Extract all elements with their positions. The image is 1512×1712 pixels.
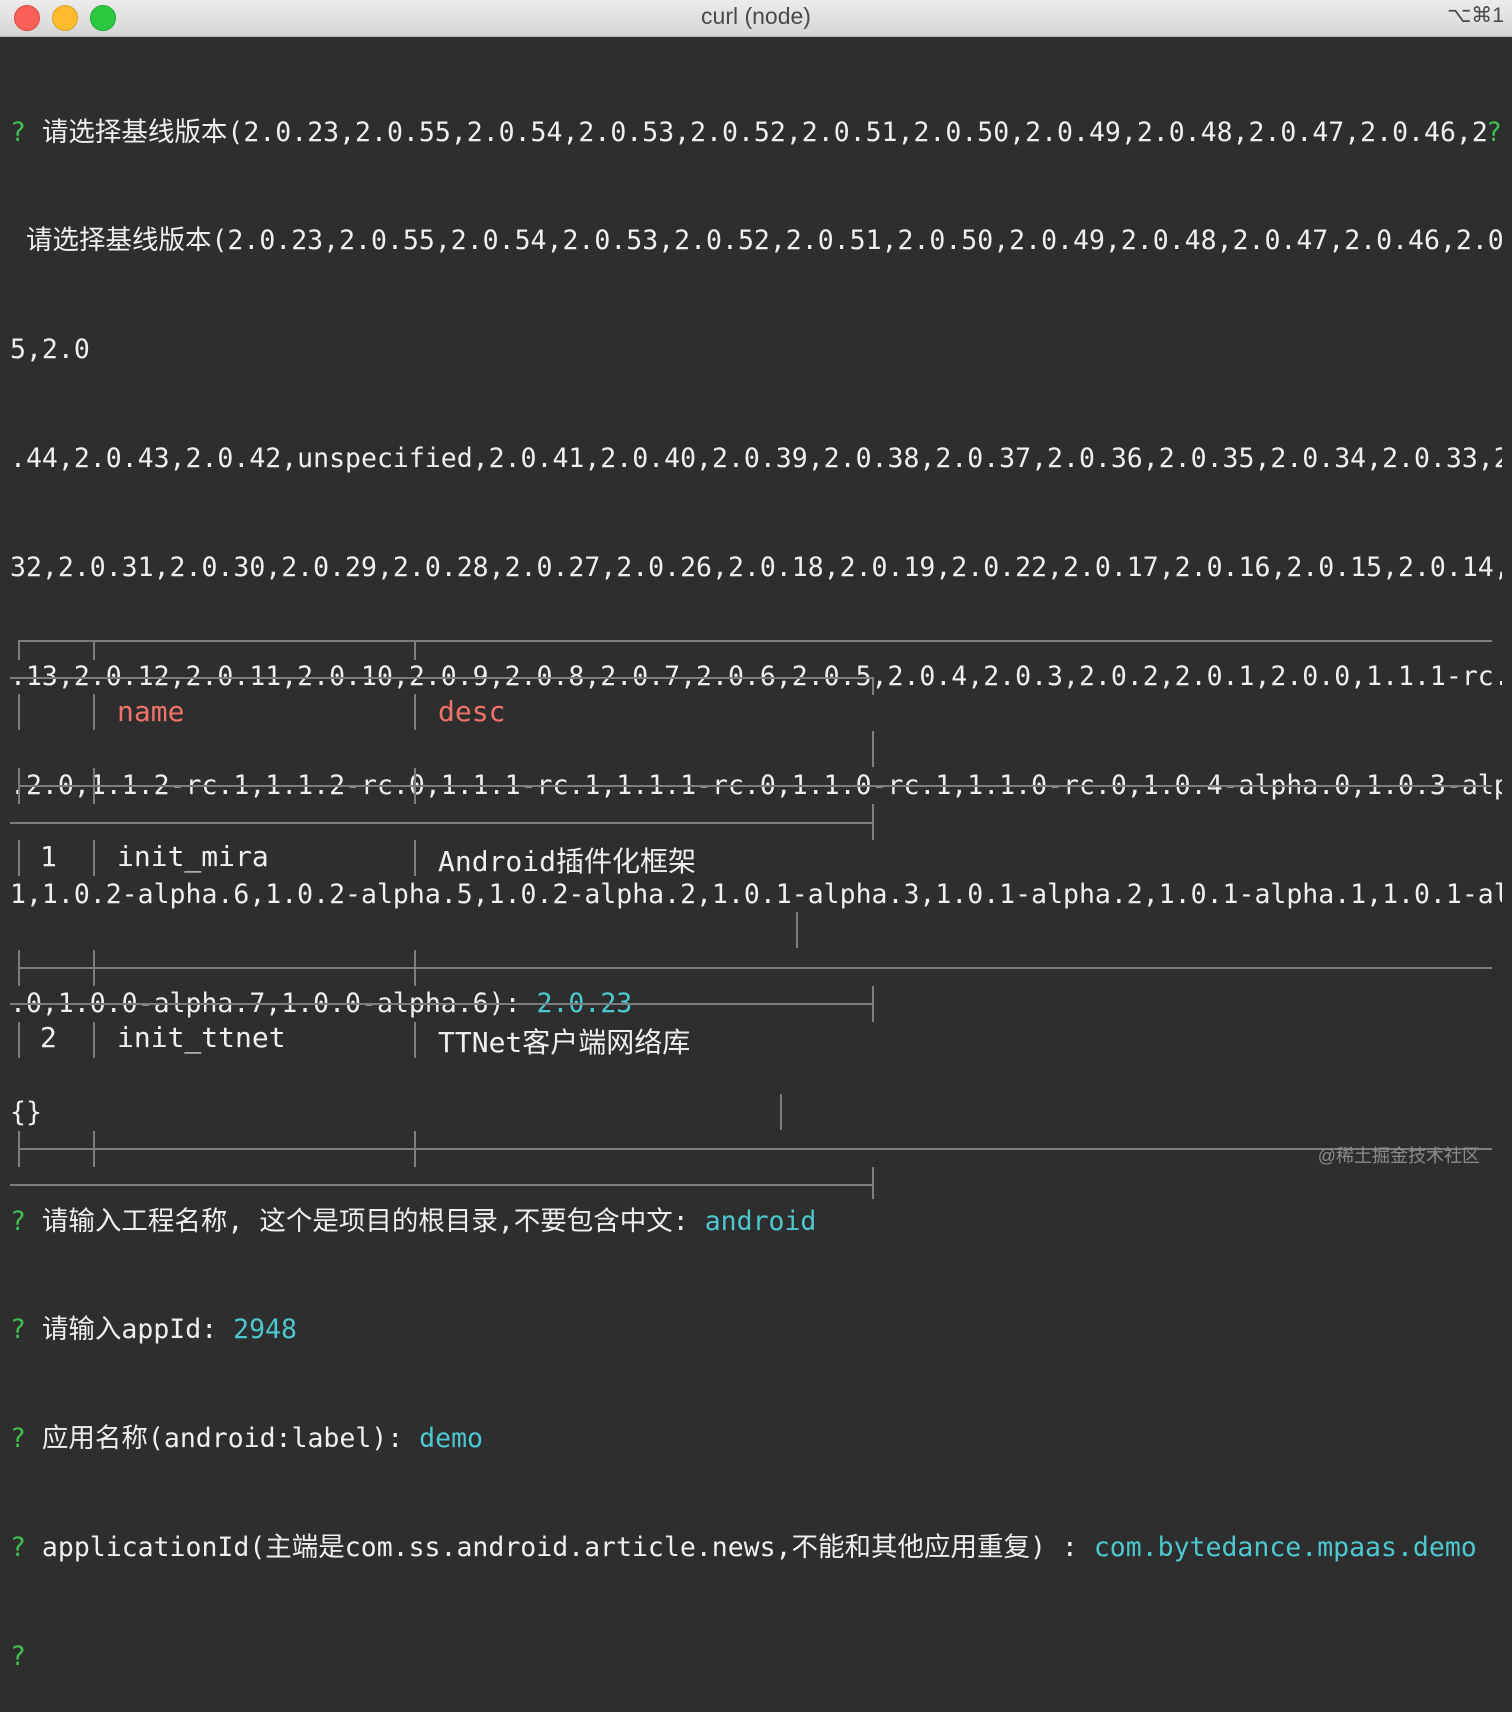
- prompt-line-app-label: ? 应用名称(android:label): demo: [10, 1421, 1502, 1457]
- output-line: 5,2.0: [10, 334, 90, 366]
- table-border: [872, 677, 874, 695]
- table-border: [10, 822, 874, 824]
- row-index: 2: [40, 1021, 57, 1054]
- table-border: [414, 840, 416, 876]
- table-border: [18, 785, 1492, 787]
- prompt-text: 请输入appId:: [25, 1314, 234, 1346]
- table-header-name: name: [117, 695, 185, 728]
- prompt-text: 请选择基线版本(2.0.23,2.0.55,2.0.54,2.0.53,2.0.…: [25, 116, 1502, 148]
- table-border: [414, 642, 416, 660]
- table-border: [18, 1022, 20, 1058]
- prompt-answer: demo: [419, 1423, 483, 1455]
- table-border: [10, 677, 874, 679]
- prompt-line-cursor[interactable]: ?: [10, 1639, 1502, 1675]
- prompt-line-baseline: ? 请选择基线版本(2.0.23,2.0.55,2.0.54,2.0.53,2.…: [10, 114, 1502, 151]
- prompt-mark-edge: ?: [1486, 114, 1502, 151]
- prompt-line-project-name: ? 请输入工程名称, 这个是项目的根目录,不要包含中文: android: [10, 1204, 1502, 1240]
- table-border: [93, 840, 95, 876]
- output-line: 请选择基线版本(2.0.23,2.0.55,2.0.54,2.0.53,2.0.…: [10, 225, 1502, 257]
- prompt-mark: ?: [10, 116, 26, 148]
- table-border: [414, 1022, 416, 1058]
- row-desc: Android插件化框架: [438, 845, 697, 878]
- table-border: [93, 694, 95, 730]
- table-border: [18, 642, 20, 660]
- prompt-text: 请输入工程名称, 这个是项目的根目录,不要包含中文:: [25, 1205, 705, 1237]
- output-line: 32,2.0.31,2.0.30,2.0.29,2.0.28,2.0.27,2.…: [10, 552, 1502, 584]
- prompt-text: 应用名称(android:label):: [25, 1423, 420, 1455]
- table-border: [10, 1003, 874, 1005]
- table-border: [93, 1022, 95, 1058]
- prompt-answer: com.bytedance.mpaas.demo: [1093, 1532, 1477, 1564]
- prompt-mark: ?: [10, 1423, 26, 1455]
- row-name: init_ttnet: [117, 1021, 286, 1054]
- table-border: [872, 1167, 874, 1199]
- table-border: [18, 1148, 1492, 1150]
- tab-shortcut: ⌥⌘1: [1447, 4, 1504, 27]
- table-border: [93, 642, 95, 660]
- prompt-line-application-id: ? applicationId(主端是com.ss.android.articl…: [10, 1530, 1502, 1566]
- output-line: .44,2.0.43,2.0.42,unspecified,2.0.41,2.0…: [10, 443, 1502, 475]
- prompt-answer: 2948: [233, 1314, 297, 1346]
- output-line: 1,1.0.2-alpha.6,1.0.2-alpha.5,1.0.2-alph…: [10, 878, 1502, 910]
- prompt-mark: ?: [10, 1205, 26, 1237]
- row-index: 1: [40, 840, 57, 873]
- table-border: [18, 840, 20, 876]
- table-border: [18, 640, 1492, 642]
- prompt-mark: ?: [10, 1641, 26, 1673]
- prompt-mark: ?: [10, 1532, 26, 1564]
- row-desc: TTNet客户端网络库: [438, 1026, 691, 1059]
- title-bar: curl (node) ⌥⌘1: [0, 0, 1512, 37]
- table-border: [872, 731, 874, 767]
- watermark: @稀土掘金技术社区: [1317, 1146, 1480, 1166]
- table-border: [872, 804, 874, 840]
- output-line: {}: [10, 1096, 42, 1128]
- table-border: [796, 912, 798, 948]
- row-name: init_mira: [117, 840, 269, 873]
- table-border: [780, 1094, 782, 1130]
- prompt-line-appid: ? 请输入appId: 2948: [10, 1312, 1502, 1348]
- prompt-text: applicationId(主端是com.ss.android.article.…: [25, 1532, 1094, 1564]
- table-border: [18, 967, 1492, 969]
- table-header-desc: desc: [438, 695, 506, 728]
- terminal-output[interactable]: ? 请选择基线版本(2.0.23,2.0.55,2.0.54,2.0.53,2.…: [10, 42, 1502, 1712]
- table-border: [872, 986, 874, 1022]
- prompt-answer: android: [704, 1205, 817, 1237]
- prompt-mark: ?: [10, 1314, 26, 1346]
- window-title: curl (node): [701, 3, 811, 29]
- table-border: [10, 1184, 874, 1186]
- table-border: [414, 694, 416, 730]
- table-border: [18, 694, 20, 730]
